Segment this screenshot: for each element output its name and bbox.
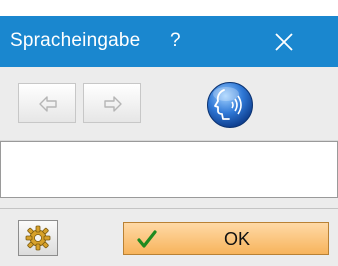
- close-icon: [275, 33, 293, 51]
- forward-button[interactable]: [83, 83, 141, 123]
- arrow-right-icon: [104, 96, 122, 112]
- ok-label: OK: [224, 229, 251, 249]
- title-bar: Spracheingabe ?: [0, 16, 338, 67]
- divider: [0, 208, 338, 209]
- settings-gear-icon: [25, 225, 51, 251]
- close-button[interactable]: [262, 23, 310, 61]
- footer: OK: [0, 198, 338, 266]
- help-button[interactable]: ?: [170, 29, 181, 53]
- back-button[interactable]: [18, 83, 76, 123]
- arrow-left-icon: [39, 96, 57, 112]
- checkmark-icon: [137, 230, 157, 248]
- settings-button[interactable]: [18, 220, 58, 256]
- window-title: Spracheingabe: [10, 30, 141, 51]
- speech-input-button[interactable]: [206, 81, 254, 129]
- speech-text-field[interactable]: [0, 141, 338, 198]
- ok-button[interactable]: OK: [123, 222, 329, 255]
- speech-head-icon: [207, 82, 253, 128]
- top-strip: [0, 0, 338, 16]
- toolbar: [0, 67, 338, 141]
